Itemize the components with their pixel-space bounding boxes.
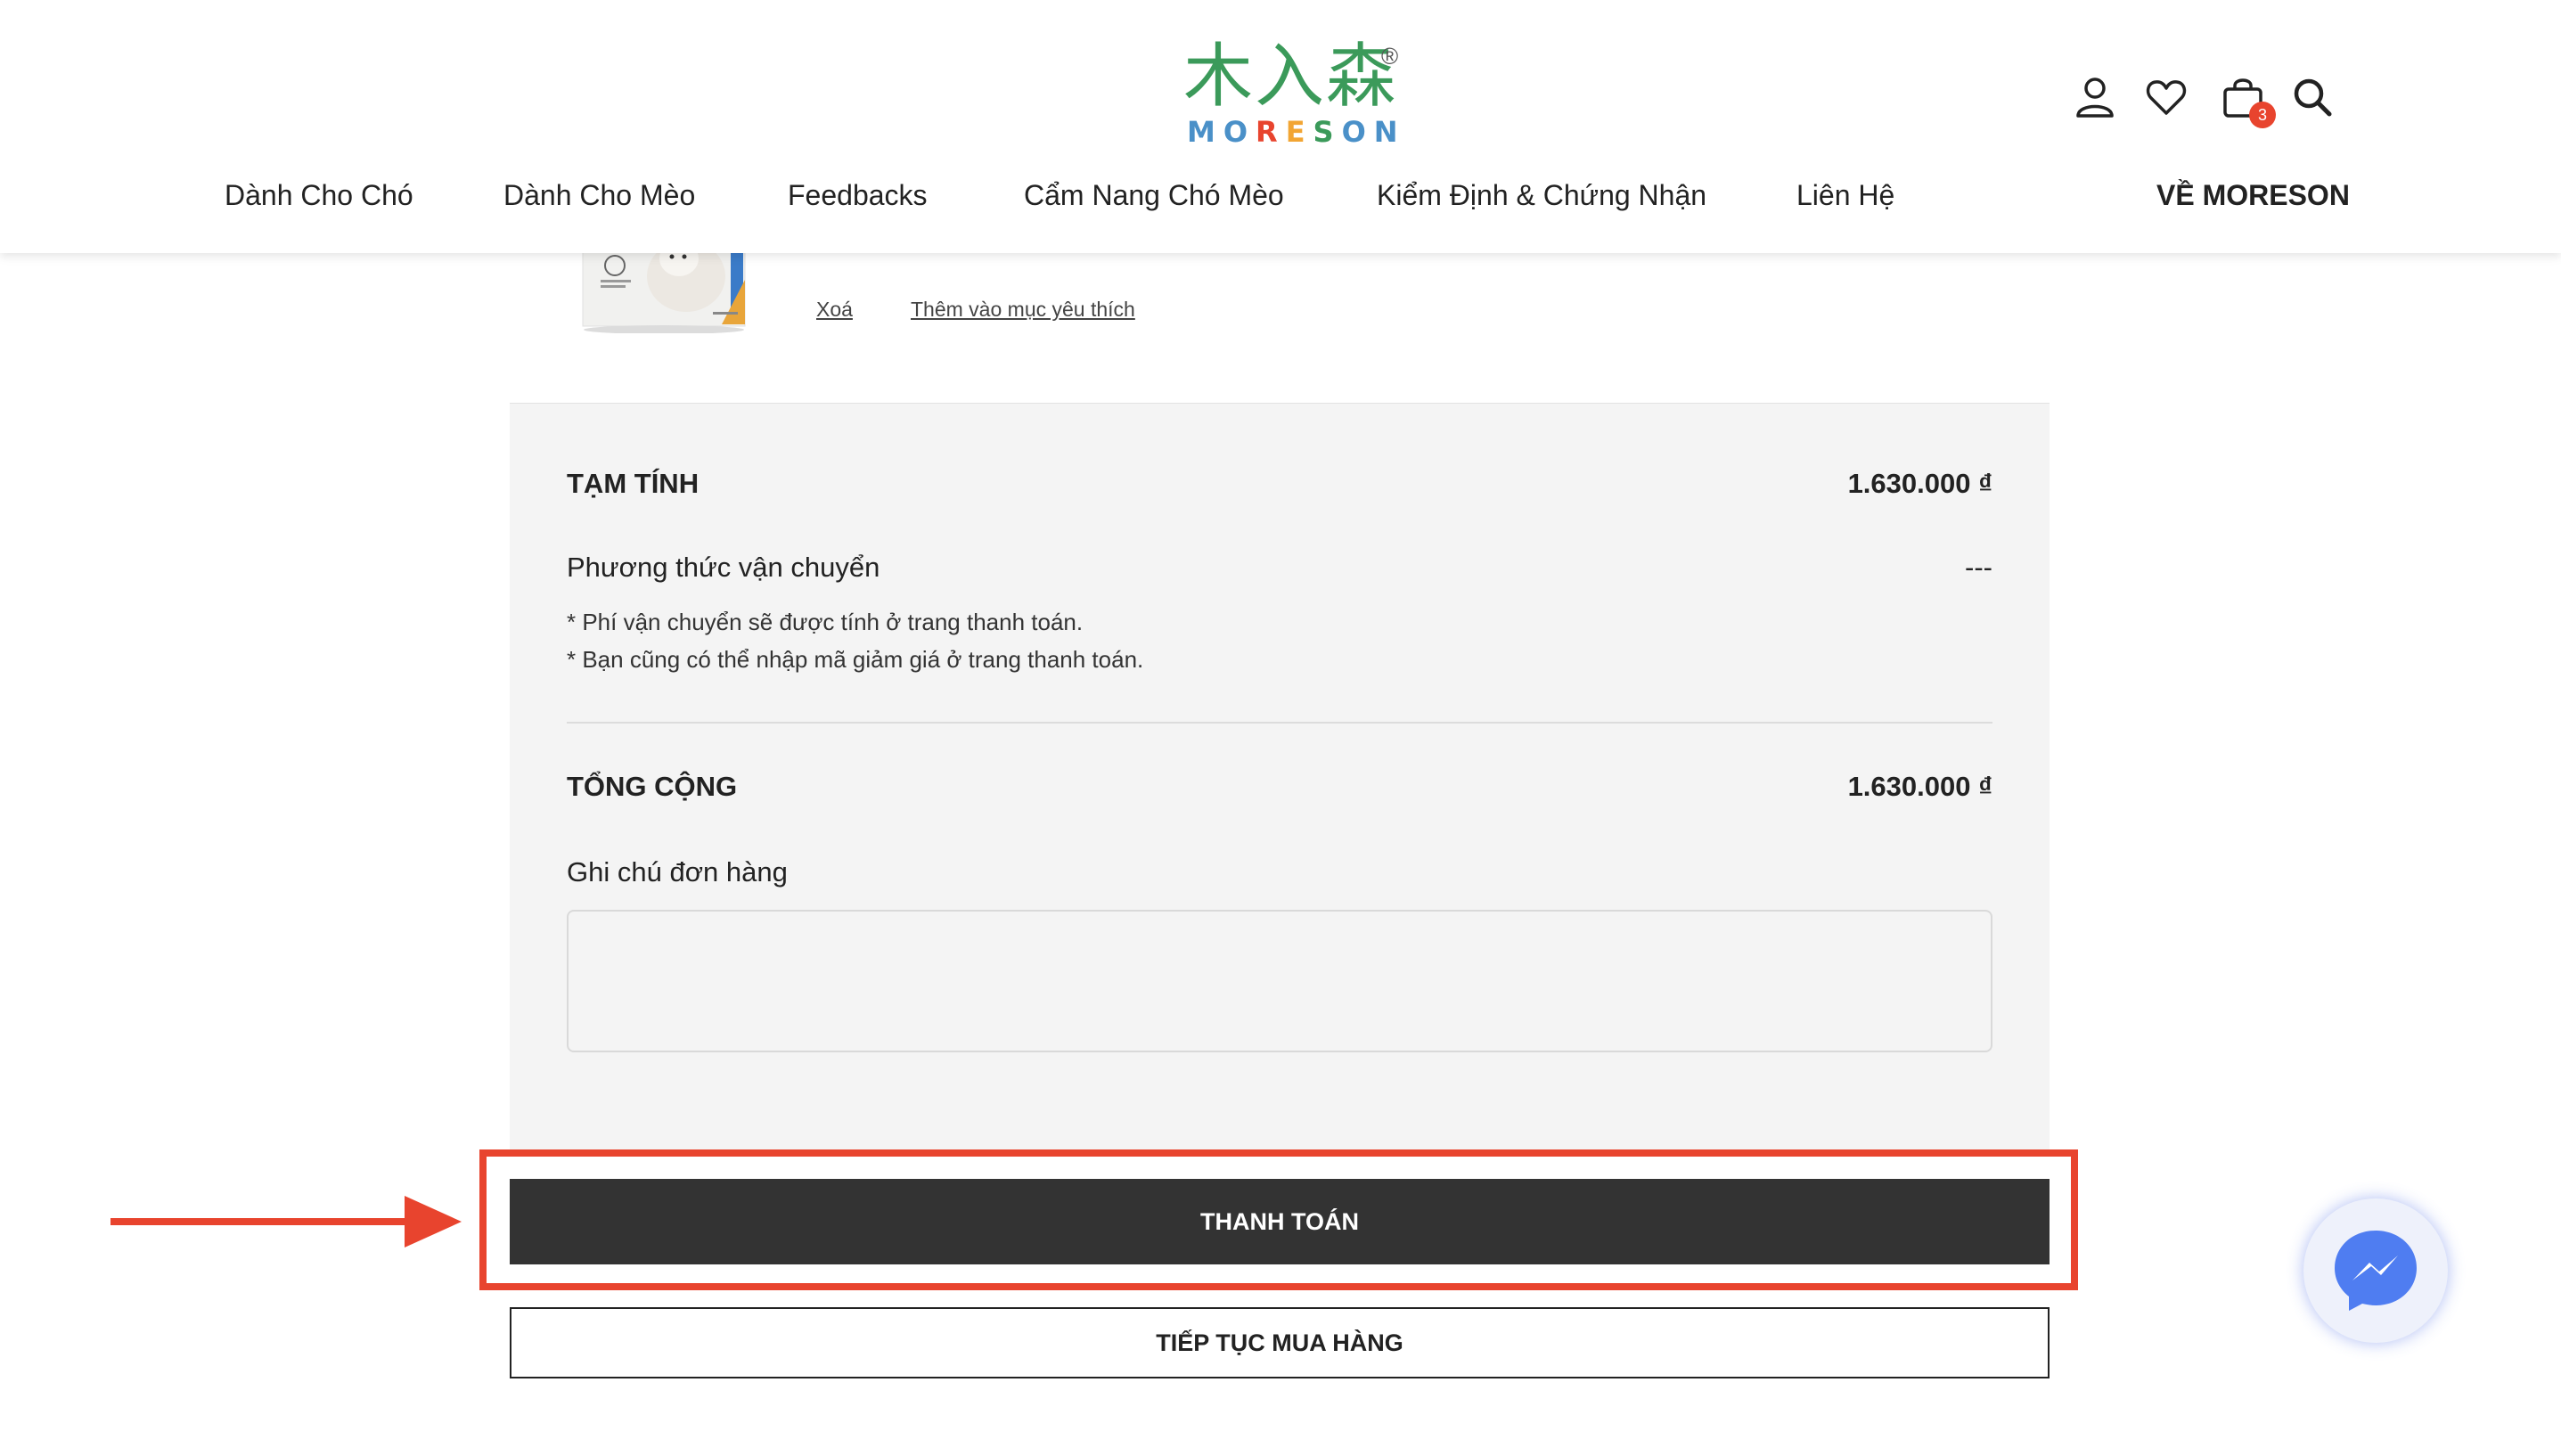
annotation-arrow-icon	[110, 1196, 462, 1247]
nav-item-dogs[interactable]: Dành Cho Chó	[225, 175, 413, 216]
search-icon[interactable]	[2290, 75, 2335, 119]
registered-mark: ®	[1381, 43, 1399, 70]
user-icon[interactable]	[2073, 75, 2117, 119]
nav-item-certification[interactable]: Kiểm Định & Chứng Nhận	[1377, 175, 1706, 216]
nav-item-cats[interactable]: Dành Cho Mèo	[503, 175, 695, 216]
order-summary-panel: TẠM TÍNH 1.630.000 ₫ Phương thức vận chu…	[510, 403, 2050, 1155]
messenger-icon	[2335, 1231, 2417, 1311]
nav-item-about[interactable]: VỀ MORESON	[2156, 175, 2350, 216]
shipping-method-label: Phương thức vận chuyển	[567, 552, 880, 583]
order-note-label: Ghi chú đơn hàng	[567, 856, 788, 888]
logo-english-text: MORESON	[1187, 116, 1406, 148]
main-nav: Dành Cho Chó Dành Cho Mèo Feedbacks Cẩm …	[0, 175, 2561, 219]
logo-letter: S	[1313, 115, 1342, 149]
nav-item-contact[interactable]: Liên Hệ	[1796, 175, 1894, 216]
total-value: 1.630.000 ₫	[1847, 771, 1992, 802]
site-header: 木入森 ® MORESON 3 Dành Cho Chó Dành Cho Mè…	[0, 0, 2561, 253]
logo-letter: R	[1256, 115, 1286, 149]
messenger-chat-button[interactable]	[2303, 1198, 2448, 1343]
cart-count-badge: 3	[2249, 102, 2276, 128]
logo-letter: O	[1341, 115, 1374, 149]
nav-item-feedbacks[interactable]: Feedbacks	[788, 175, 928, 216]
cart-icon[interactable]: 3	[2221, 75, 2276, 128]
logo-chinese-text: 木入森	[1183, 37, 1398, 117]
logo-letter: E	[1285, 115, 1313, 149]
nav-item-handbook[interactable]: Cẩm Nang Chó Mèo	[1024, 175, 1284, 216]
summary-divider	[567, 722, 1992, 724]
order-note-input[interactable]	[567, 910, 1992, 1052]
logo-letter: M	[1187, 115, 1223, 149]
moreson-logo[interactable]: 木入森 ® MORESON	[1174, 39, 1406, 153]
logo-letter: N	[1373, 115, 1406, 149]
checkout-highlight-box	[479, 1149, 2078, 1290]
subtotal-value: 1.630.000 ₫	[1847, 468, 1992, 499]
discount-code-note: * Bạn cũng có thể nhập mã giảm giá ở tra…	[567, 646, 1144, 673]
logo-letter: O	[1223, 115, 1256, 149]
shipping-method-value: ---	[1965, 552, 1992, 583]
continue-shopping-button[interactable]: TIẾP TỤC MUA HÀNG	[510, 1307, 2050, 1378]
total-label: TỔNG CỘNG	[567, 771, 738, 802]
remove-item-link[interactable]: Xoá	[816, 298, 853, 322]
subtotal-label: TẠM TÍNH	[567, 468, 700, 499]
heart-icon[interactable]	[2144, 75, 2189, 119]
shipping-fee-note: * Phí vận chuyển sẽ được tính ở trang th…	[567, 609, 1084, 635]
add-to-wishlist-link[interactable]: Thêm vào mục yêu thích	[911, 298, 1135, 322]
